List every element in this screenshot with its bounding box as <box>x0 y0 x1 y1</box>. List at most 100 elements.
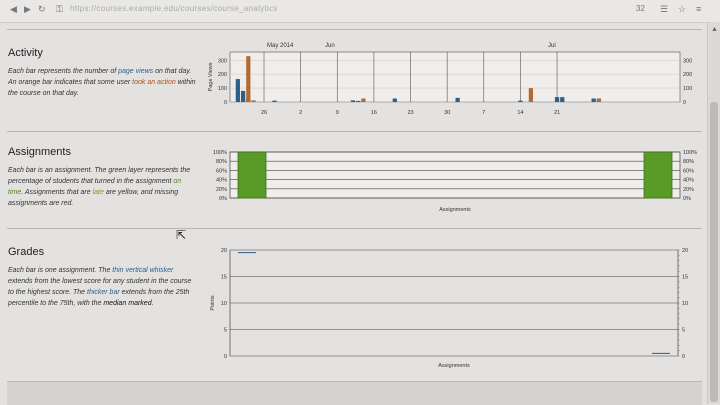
y-tick-label-right: 100 <box>683 86 692 92</box>
plot-area <box>229 51 681 103</box>
y-tick-label-right: 20 <box>682 248 688 254</box>
y-axis-label: Points <box>210 295 216 311</box>
vertical-scrollbar[interactable]: ▲ <box>707 22 720 404</box>
activity-desc-text: Each bar represents the number of <box>8 68 119 75</box>
y-tick-label: 20 <box>221 248 227 254</box>
activity-bar <box>246 56 251 102</box>
activity-bar <box>528 88 533 102</box>
month-label: Jul <box>548 43 556 49</box>
browser-toolbar: ◀ ▶ ↻ ⚿ https://courses.example.edu/cour… <box>0 0 720 23</box>
x-tick-label: 14 <box>517 110 523 116</box>
late-term: late <box>92 189 104 196</box>
month-label: May 2014 <box>267 43 294 49</box>
y-tick-label: 10 <box>221 301 227 307</box>
activity-bar <box>455 97 460 102</box>
x-tick-label: 26 <box>261 110 267 116</box>
activity-bar <box>591 98 596 102</box>
y-tick-label-right: 60% <box>683 168 694 174</box>
x-axis-label: Assignments <box>438 363 470 369</box>
y-tick-label-right: 0% <box>683 196 691 202</box>
scrollbar-thumb[interactable] <box>710 102 718 402</box>
y-tick-label: 100% <box>213 150 227 156</box>
y-tick-label-right: 200 <box>683 72 692 78</box>
grades-description: Each bar is one assignment. The thin ver… <box>8 265 198 309</box>
took-action-term: took an action <box>132 79 176 86</box>
activity-bar <box>356 100 361 102</box>
y-tick-label: 0 <box>224 354 227 360</box>
y-axis-label: Page Views <box>208 62 214 91</box>
assignments-chart: 0% 0% 20% 20% 40% 40% 60% 60% 80% 80% 100% 100% Assi… <box>213 150 697 213</box>
activity-description: Each bar represents the number of page v… <box>8 66 198 99</box>
y-tick-label-right: 0 <box>682 354 685 360</box>
address-bar[interactable]: https://courses.example.edu/courses/cour… <box>70 4 278 13</box>
back-icon[interactable]: ◀ <box>10 4 17 15</box>
divider <box>7 131 702 132</box>
activity-bar <box>240 90 246 102</box>
x-tick-label: 21 <box>554 110 560 116</box>
x-tick-label: 30 <box>444 110 450 116</box>
y-tick-label-right: 15 <box>682 275 688 281</box>
activity-chart: May 2014 Jun Jul 0 0 100 100 200 200 300 300 Page V… <box>208 43 692 116</box>
activity-bar <box>251 100 256 102</box>
activity-bar <box>272 100 277 102</box>
median-term: median marked <box>103 300 152 307</box>
y-tick-label-right: 100% <box>683 150 697 156</box>
y-tick-label-right: 80% <box>683 159 694 165</box>
plot-area <box>229 151 681 199</box>
grades-desc-text: . <box>151 300 154 307</box>
assignments-desc-text: Each bar is an assignment. The green lay… <box>8 167 191 185</box>
activity-bar <box>361 98 366 102</box>
activity-bar <box>554 97 560 102</box>
assignments-desc-text: . Assignments that are <box>21 189 93 196</box>
y-tick-label: 20% <box>216 187 227 193</box>
activity-bar <box>518 100 523 102</box>
activity-bar <box>596 98 602 102</box>
y-tick-label-right: 5 <box>682 328 685 334</box>
activity-bar <box>560 97 565 102</box>
assignments-description: Each bar is an assignment. The green lay… <box>8 165 198 209</box>
grades-chart: 0 0 5 5 10 10 15 15 20 20 Points Assignments <box>210 248 688 369</box>
lock-icon: ⚿ <box>56 4 63 14</box>
activity-bar <box>392 98 397 102</box>
y-tick-label: 0 <box>224 100 227 106</box>
y-tick-label-right: 0 <box>683 100 686 106</box>
activity-bar <box>350 100 356 102</box>
grades-desc-text: Each bar is one assignment. The <box>8 267 113 274</box>
y-tick-label: 60% <box>216 168 227 174</box>
page-views-term: page views <box>118 68 154 75</box>
y-tick-label-right: 10 <box>682 301 688 307</box>
footer-bar <box>7 381 702 405</box>
star-icon[interactable]: ☆ <box>678 4 686 15</box>
x-axis-label: Assignments <box>439 207 471 213</box>
y-tick-label: 300 <box>218 58 227 64</box>
y-tick-label-right: 40% <box>683 178 694 184</box>
y-tick-label: 5 <box>224 328 227 334</box>
y-tick-label: 80% <box>216 159 227 165</box>
divider <box>7 29 702 30</box>
mouse-cursor-icon: ⇱ <box>176 228 187 242</box>
y-tick-label: 15 <box>221 275 227 281</box>
forward-icon[interactable]: ▶ <box>24 4 31 15</box>
x-tick-label: 7 <box>482 110 485 116</box>
assignment-bar <box>643 151 673 199</box>
x-tick-label: 16 <box>371 110 377 116</box>
assignments-title: Assignments <box>8 146 71 158</box>
notification-badge[interactable]: 32 <box>636 4 645 13</box>
activity-bar <box>235 79 240 102</box>
assignment-bar <box>237 151 267 199</box>
menu-icon[interactable]: ≡ <box>696 4 701 14</box>
y-tick-label: 0% <box>219 196 227 202</box>
reload-icon[interactable]: ↻ <box>38 4 46 15</box>
y-tick-label-right: 20% <box>683 187 694 193</box>
scroll-up-icon[interactable]: ▲ <box>711 26 718 33</box>
y-tick-label: 100 <box>218 86 227 92</box>
month-label: Jun <box>325 43 335 49</box>
whisker-term: thin vertical whisker <box>112 267 174 274</box>
y-tick-label: 40% <box>216 178 227 184</box>
y-tick-label: 200 <box>218 72 227 78</box>
x-tick-label: 2 <box>299 110 302 116</box>
extensions-icon[interactable]: ☰ <box>660 4 668 15</box>
grades-title: Grades <box>8 246 45 258</box>
divider <box>7 228 702 229</box>
x-tick-label: 9 <box>336 110 339 116</box>
